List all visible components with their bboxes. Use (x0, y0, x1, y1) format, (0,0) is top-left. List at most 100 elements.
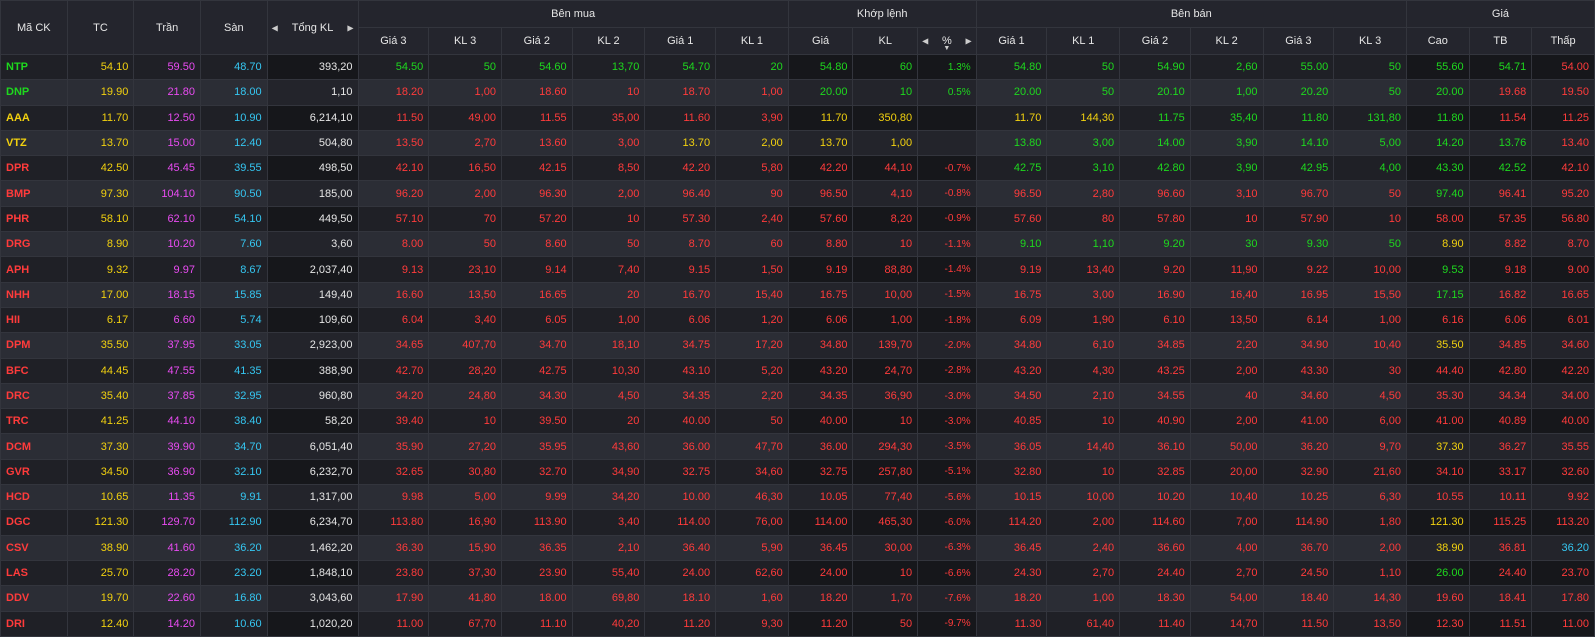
match-vol-cell: 50 (852, 610, 919, 637)
header-buy-price-3[interactable]: Giá 3 (357, 27, 430, 55)
symbol-cell[interactable]: TRC (0, 408, 68, 435)
table-row[interactable]: NTP 54.10 59.50 48.70 393,20 54.50 50 54.60 13,7… (0, 53, 1595, 81)
sell-vol-1-cell: 10 (1046, 408, 1121, 435)
symbol-cell[interactable]: HCD (0, 484, 68, 511)
table-row[interactable]: GVR 34.50 36.90 32.10 6,232,70 32.65 30,80 32.7… (0, 458, 1595, 486)
pct-left-icon[interactable]: ◀ (922, 37, 928, 46)
symbol-cell[interactable]: APH (0, 256, 68, 283)
buy-price-2-cell: 34.70 (500, 332, 573, 359)
symbol-cell[interactable]: VTZ (0, 129, 68, 157)
sell-vol-3-cell: 5,00 (1333, 129, 1407, 157)
header-buy-vol-1[interactable]: KL 1 (715, 27, 789, 55)
header-match-pct[interactable]: ◀ % ▼ ▶ (917, 27, 977, 55)
table-row[interactable]: DGC 121.30 129.70 112.90 6,234,70 113.80 16,90… (0, 509, 1595, 536)
ceil-cell: 10.20 (133, 231, 201, 258)
table-row[interactable]: VTZ 13.70 15.00 12.40 504,80 13.50 2,70 13.60 3,… (0, 129, 1595, 157)
buy-vol-2-cell: 13,70 (571, 53, 646, 81)
buy-price-3-cell: 23.80 (357, 559, 430, 587)
header-buy-vol-3[interactable]: KL 3 (428, 27, 502, 55)
sell-price-1-cell: 18.20 (975, 585, 1048, 612)
sell-price-1-cell: 43.20 (975, 357, 1048, 384)
symbol-cell[interactable]: DPM (0, 332, 68, 359)
header-buy-price-1[interactable]: Giá 1 (644, 27, 717, 55)
symbol-cell[interactable]: GVR (0, 458, 68, 486)
match-vol-cell: 465,30 (852, 509, 919, 536)
symbol-cell[interactable]: DNP (0, 79, 68, 106)
header-sell-vol-1[interactable]: KL 1 (1046, 27, 1121, 55)
buy-price-1-cell: 11.60 (644, 104, 717, 131)
table-row[interactable]: DRG 8.90 10.20 7.60 3,60 8.00 50 8.60 50 8.70 60 8.… (0, 231, 1595, 258)
header-ref[interactable]: TC (66, 0, 135, 55)
table-row[interactable]: DRC 35.40 37.85 32.95 960,80 34.20 24,80 34.30 4… (0, 382, 1595, 410)
symbol-cell[interactable]: PHR (0, 205, 68, 233)
table-row[interactable]: NHH 17.00 18.15 15.85 149,40 16.60 13,50 16.65 2… (0, 281, 1595, 308)
symbol-cell[interactable]: DRI (0, 610, 68, 637)
symbol-cell[interactable]: BMP (0, 180, 68, 207)
buy-vol-1-cell: 50 (715, 408, 789, 435)
symbol-cell[interactable]: DGC (0, 509, 68, 536)
buy-vol-1-cell: 3,90 (715, 104, 789, 131)
header-sell-price-2[interactable]: Giá 2 (1119, 27, 1191, 55)
symbol-cell[interactable]: AAA (0, 104, 68, 131)
header-match-vol[interactable]: KL (852, 27, 919, 55)
header-total-volume[interactable]: ◀ Tổng KL ▶ (266, 0, 359, 55)
table-row[interactable]: BMP 97.30 104.10 90.50 185,00 96.20 2,00 96.30 2… (0, 180, 1595, 207)
table-row[interactable]: BFC 44.45 47.55 41.35 388,90 42.70 28,20 42.75 1… (0, 357, 1595, 384)
header-sell-vol-2[interactable]: KL 2 (1189, 27, 1264, 55)
header-low[interactable]: Thấp (1531, 27, 1595, 55)
symbol-cell[interactable]: NHH (0, 281, 68, 308)
match-price-cell: 42.20 (787, 155, 854, 182)
low-cell: 23.70 (1531, 559, 1595, 587)
table-row[interactable]: DDV 19.70 22.60 16.80 3,043,60 17.90 41,80 18.0… (0, 585, 1595, 612)
sell-vol-2-cell: 40 (1189, 382, 1264, 410)
buy-price-3-cell: 36.30 (357, 534, 430, 561)
table-row[interactable]: HCD 10.65 11.35 9.91 1,317,00 9.98 5,00 9.99 34,… (0, 484, 1595, 511)
header-buy-vol-2[interactable]: KL 2 (571, 27, 646, 55)
scroll-right-icon[interactable]: ▶ (347, 23, 353, 32)
header-match-price[interactable]: Giá (787, 27, 854, 55)
symbol-cell[interactable]: DDV (0, 585, 68, 612)
table-row[interactable]: APH 9.32 9.97 8.67 2,037,40 9.13 23,10 9.14 7,40… (0, 256, 1595, 283)
pct-right-icon[interactable]: ▶ (966, 37, 972, 46)
table-row[interactable]: AAA 11.70 12.50 10.90 6,214,10 11.50 49,00 11.5… (0, 104, 1595, 131)
header-buy-price-2[interactable]: Giá 2 (500, 27, 573, 55)
header-high[interactable]: Cao (1405, 27, 1470, 55)
header-symbol[interactable]: Mã CK (0, 0, 68, 55)
table-row[interactable]: HII 6.17 6.60 5.74 109,60 6.04 3,40 6.05 1,00 6.0… (0, 306, 1595, 334)
symbol-cell[interactable]: DRC (0, 382, 68, 410)
header-floor[interactable]: Sàn (199, 0, 268, 55)
symbol-cell[interactable]: HII (0, 306, 68, 334)
floor-cell: 5.74 (199, 306, 268, 334)
table-row[interactable]: DPM 35.50 37.95 33.05 2,923,00 34.65 407,70 34.… (0, 332, 1595, 359)
buy-price-2-cell: 9.14 (500, 256, 573, 283)
header-avg[interactable]: TB (1468, 27, 1533, 55)
ceil-cell: 44.10 (133, 408, 201, 435)
header-ceil[interactable]: Trần (133, 0, 201, 55)
table-row[interactable]: LAS 25.70 28.20 23.20 1,848,10 23.80 37,30 23.9… (0, 559, 1595, 587)
symbol-cell[interactable]: BFC (0, 357, 68, 384)
table-row[interactable]: PHR 58.10 62.10 54.10 449,50 57.10 70 57.20 10 57… (0, 205, 1595, 233)
symbol-cell[interactable]: LAS (0, 559, 68, 587)
buy-price-2-cell: 34.30 (500, 382, 573, 410)
table-row[interactable]: DNP 19.90 21.80 18.00 1,10 18.20 1,00 18.60 10 18… (0, 79, 1595, 106)
symbol-cell[interactable]: NTP (0, 53, 68, 81)
avg-cell: 13.76 (1468, 129, 1533, 157)
buy-vol-1-cell: 47,70 (715, 433, 789, 460)
table-row[interactable]: DRI 12.40 14.20 10.60 1,020,20 11.00 67,70 11.1… (0, 610, 1595, 637)
symbol-cell[interactable]: DRG (0, 231, 68, 258)
match-price-cell: 43.20 (787, 357, 854, 384)
header-sell-price-1[interactable]: Giá 1 (975, 27, 1048, 55)
header-sell-price-3[interactable]: Giá 3 (1262, 27, 1335, 55)
sell-price-2-cell: 36.60 (1119, 534, 1191, 561)
ref-cell: 44.45 (66, 357, 135, 384)
table-row[interactable]: CSV 38.90 41.60 36.20 1,462,20 36.30 15,90 36.3… (0, 534, 1595, 561)
symbol-cell[interactable]: CSV (0, 534, 68, 561)
table-row[interactable]: TRC 41.25 44.10 38.40 58,20 39.40 10 39.50 20 40.… (0, 408, 1595, 435)
table-row[interactable]: DCM 37.30 39.90 34.70 6,051,40 35.90 27,20 35.9… (0, 433, 1595, 460)
scroll-left-icon[interactable]: ◀ (272, 23, 278, 32)
symbol-cell[interactable]: DCM (0, 433, 68, 460)
header-sell-vol-3[interactable]: KL 3 (1333, 27, 1407, 55)
high-cell: 35.30 (1405, 382, 1470, 410)
table-row[interactable]: DPR 42.50 45.45 39.55 498,50 42.10 16,50 42.15 8… (0, 155, 1595, 182)
symbol-cell[interactable]: DPR (0, 155, 68, 182)
